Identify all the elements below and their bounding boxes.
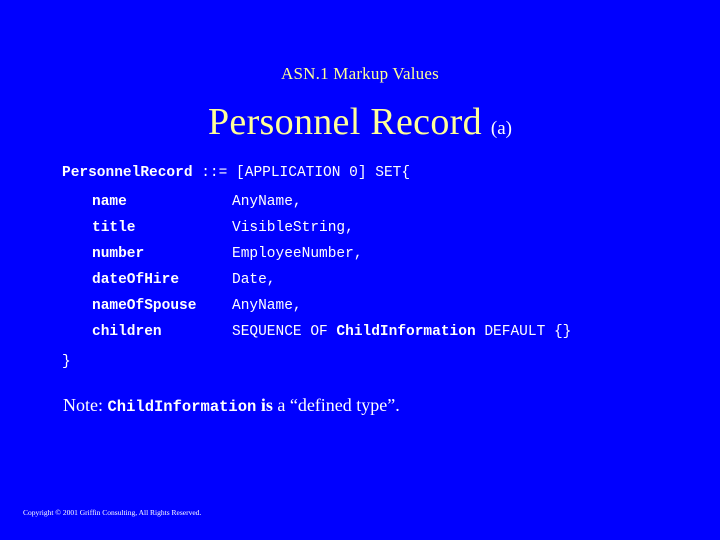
field-type-childinformation: ChildInformation	[336, 324, 476, 340]
field-row-children: children SEQUENCE OF ChildInformation DEF…	[62, 319, 702, 345]
field-type: VisibleString,	[232, 220, 354, 236]
field-name: title	[92, 220, 136, 236]
field-row: title VisibleString,	[62, 215, 702, 241]
note-prefix: Note:	[63, 395, 108, 415]
field-name: name	[92, 194, 127, 210]
asn1-code-block: PersonnelRecord ::= [APPLICATION 0] SET{…	[62, 160, 702, 375]
field-row: number EmployeeNumber,	[62, 241, 702, 267]
slide-subtitle: ASN.1 Markup Values	[281, 64, 439, 83]
field-name: children	[92, 324, 162, 340]
field-type: AnyName,	[232, 194, 302, 210]
field-name: dateOfHire	[92, 272, 180, 288]
slide-title: Personnel Record (a)	[0, 100, 720, 151]
field-type: Date,	[232, 272, 276, 288]
field-row: name AnyName,	[62, 189, 702, 215]
type-name-personnelrecord: PersonnelRecord	[62, 165, 193, 181]
type-header-rest: ::= [APPLICATION 0] SET{	[192, 165, 411, 181]
field-type: SEQUENCE OF ChildInformation DEFAULT {}	[232, 319, 571, 345]
field-type-default: DEFAULT {}	[475, 324, 572, 340]
slide-title-suffix: (a)	[490, 118, 512, 139]
footer-copyright: Copyright © 2001 Griffin Consulting, All…	[23, 508, 202, 517]
field-row: nameOfSpouse AnyName,	[62, 293, 702, 319]
code-closing-brace: }	[62, 354, 71, 370]
note-suffix: a “defined type”.	[277, 395, 400, 415]
note-verb: is	[256, 395, 278, 415]
field-name: nameOfSpouse	[92, 298, 197, 314]
code-line-header: PersonnelRecord ::= [APPLICATION 0] SET{	[62, 160, 702, 186]
slide-title-text: Personnel Record	[208, 101, 482, 143]
field-type-prefix: SEQUENCE OF	[232, 324, 337, 340]
note-line: Note: ChildInformation is a “defined typ…	[63, 394, 400, 418]
note-term-childinformation: ChildInformation	[107, 398, 257, 416]
field-name: number	[92, 246, 145, 262]
slide-canvas: ASN.1 Markup Values Personnel Record (a) …	[0, 0, 720, 540]
field-type: EmployeeNumber,	[232, 246, 363, 262]
field-row: dateOfHire Date,	[62, 267, 702, 293]
field-type: AnyName,	[232, 298, 302, 314]
